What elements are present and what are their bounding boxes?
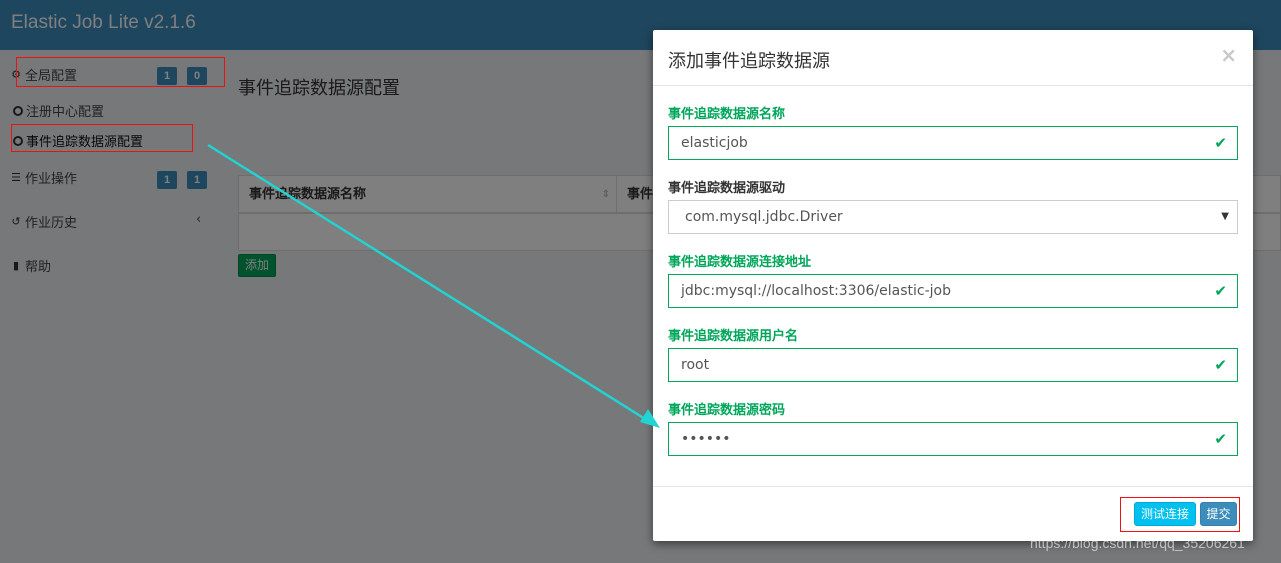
url-input[interactable]: jdbc:mysql://localhost:3306/elastic-job …	[668, 274, 1238, 308]
check-icon: ✔	[1214, 356, 1227, 374]
add-datasource-modal: 添加事件追踪数据源 × 事件追踪数据源名称 elasticjob ✔ 事件追踪数…	[653, 30, 1253, 541]
name-input-value: elasticjob	[681, 135, 748, 151]
url-label: 事件追踪数据源连接地址	[668, 255, 812, 270]
username-label: 事件追踪数据源用户名	[668, 329, 799, 344]
check-icon: ✔	[1214, 282, 1227, 300]
name-input[interactable]: elasticjob ✔	[668, 126, 1238, 160]
password-input-value: ••••••	[681, 431, 731, 447]
url-input-value: jdbc:mysql://localhost:3306/elastic-job	[681, 283, 951, 299]
driver-select[interactable]: com.mysql.jdbc.Driver ▼	[668, 200, 1238, 234]
annotation-box	[11, 124, 193, 152]
driver-select-value: com.mysql.jdbc.Driver	[685, 209, 843, 225]
annotation-box	[1120, 497, 1240, 532]
password-label: 事件追踪数据源密码	[668, 403, 786, 418]
modal-title: 添加事件追踪数据源	[668, 51, 830, 72]
caret-down-icon: ▼	[1221, 211, 1229, 222]
close-icon[interactable]: ×	[1220, 43, 1237, 67]
watermark: https://blog.csdn.net/qq_35206261	[1030, 535, 1245, 551]
modal-header: 添加事件追踪数据源 ×	[653, 30, 1253, 86]
check-icon: ✔	[1214, 430, 1227, 448]
name-label: 事件追踪数据源名称	[668, 107, 786, 122]
username-input[interactable]: root ✔	[668, 348, 1238, 382]
check-icon: ✔	[1214, 134, 1227, 152]
annotation-box	[16, 57, 225, 87]
username-input-value: root	[681, 357, 710, 373]
password-input[interactable]: •••••• ✔	[668, 422, 1238, 456]
driver-label: 事件追踪数据源驱动	[668, 181, 786, 196]
